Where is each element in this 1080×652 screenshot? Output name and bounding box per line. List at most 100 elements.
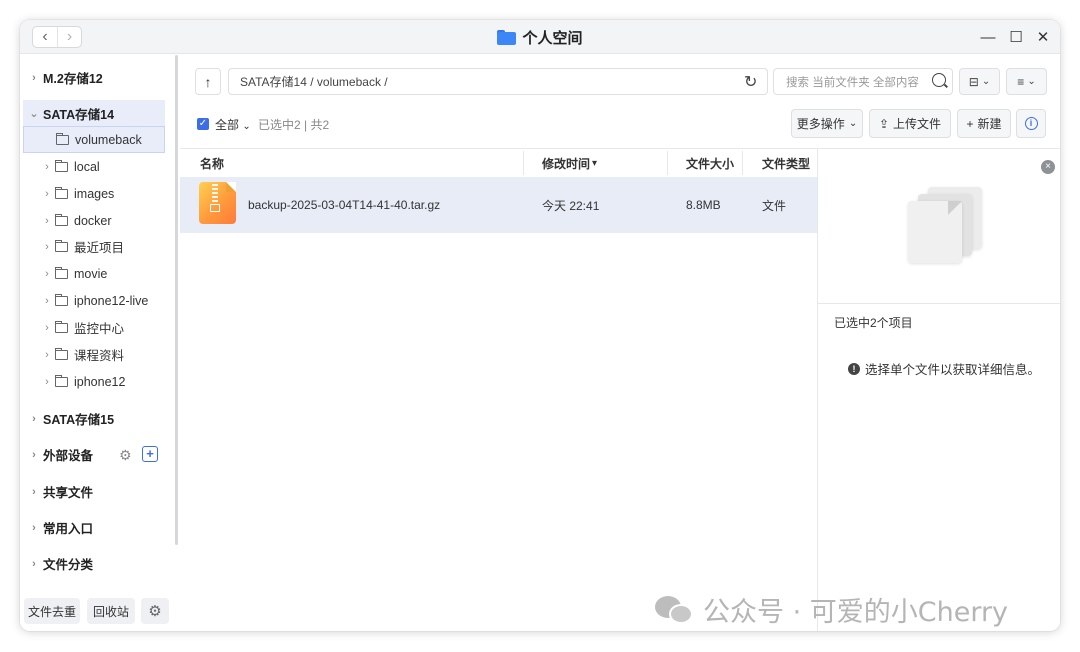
more-actions-button[interactable]: 更多操作 ⌄ bbox=[791, 109, 863, 138]
search-input[interactable]: 搜索 当前文件夹 全部内容 bbox=[773, 68, 953, 95]
chevron-right-icon: › bbox=[45, 214, 49, 227]
chevron-right-icon: › bbox=[45, 321, 49, 334]
detail-message-text: 选择单个文件以获取详细信息。 bbox=[865, 363, 1041, 377]
settings-button[interactable]: ⚙ bbox=[141, 598, 169, 624]
view-mode-button[interactable]: ⊟ ⌄ bbox=[959, 68, 1000, 95]
select-all-checkbox[interactable]: ✓ bbox=[197, 118, 209, 130]
sidebar-section-label: 常用入口 bbox=[43, 522, 94, 536]
sidebar-folder-images[interactable]: › images bbox=[23, 180, 165, 207]
column-size[interactable]: 文件大小 bbox=[686, 149, 734, 177]
window-title: 个人空间 bbox=[522, 29, 583, 47]
recycle-bin-button[interactable]: 回收站 bbox=[87, 598, 135, 624]
folder-icon bbox=[56, 132, 69, 145]
chevron-down-icon: ⌄ bbox=[1027, 76, 1036, 87]
sidebar-section-quick-access[interactable]: › 常用入口 bbox=[23, 514, 165, 541]
close-button[interactable]: ✕ bbox=[1033, 27, 1053, 47]
info-panel-button[interactable]: i bbox=[1016, 109, 1046, 138]
plus-icon: + bbox=[966, 116, 974, 131]
table-row[interactable]: backup-2025-03-04T14-41-40.tar.gz 今天 22:… bbox=[180, 177, 817, 233]
sidebar-section-label: M.2存储12 bbox=[43, 72, 103, 86]
add-device-button[interactable]: + bbox=[142, 446, 158, 462]
chevron-down-icon: ⌄ bbox=[848, 118, 858, 129]
sidebar-section-file-categories[interactable]: › 文件分类 bbox=[23, 550, 165, 577]
maximize-icon: ☐ bbox=[1009, 29, 1023, 46]
file-modified: 今天 22:41 bbox=[542, 198, 600, 213]
list-icon: ≡ bbox=[1017, 74, 1025, 89]
upload-icon: ⇪ bbox=[878, 116, 890, 131]
column-divider[interactable] bbox=[742, 151, 743, 175]
chevron-right-icon: › bbox=[32, 521, 36, 534]
sidebar-section-external-devices[interactable]: › 外部设备 bbox=[23, 441, 118, 468]
folder-icon bbox=[55, 186, 68, 199]
detail-selected-count: 已选中2个项目 bbox=[834, 316, 913, 330]
folder-icon bbox=[497, 29, 517, 45]
chevron-right-icon: › bbox=[45, 267, 49, 280]
sort-menu-button[interactable]: ≡ ⌄ bbox=[1006, 68, 1047, 95]
gear-icon[interactable]: ⚙ bbox=[119, 447, 132, 464]
chevron-right-icon: › bbox=[45, 348, 49, 361]
sidebar-section-m2-storage-12[interactable]: › M.2存储12 bbox=[23, 64, 165, 91]
sidebar-folder-iphone12[interactable]: › iphone12 bbox=[23, 368, 165, 395]
wechat-icon bbox=[655, 594, 695, 626]
folder-icon bbox=[55, 293, 68, 306]
sidebar-folder-course-materials[interactable]: › 课程资料 bbox=[23, 341, 165, 368]
column-modified[interactable]: 修改时间 ▾ bbox=[542, 149, 597, 177]
sidebar-folder-label: movie bbox=[74, 266, 108, 281]
file-manager-window: ‹ › 个人空间 — ☐ ✕ ›M.2存储12 ⌄SATA存储14 ›volum… bbox=[20, 20, 1060, 631]
search-placeholder: 搜索 当前文件夹 全部内容 bbox=[786, 76, 919, 89]
minimize-icon: — bbox=[980, 28, 996, 46]
column-name[interactable]: 名称 bbox=[200, 149, 224, 177]
chevron-right-icon: › bbox=[32, 557, 36, 570]
title-bar: ‹ › 个人空间 — ☐ ✕ bbox=[20, 20, 1060, 54]
maximize-button[interactable]: ☐ bbox=[1006, 27, 1026, 47]
folder-icon bbox=[55, 347, 68, 360]
chevron-right-icon: › bbox=[32, 485, 36, 498]
folder-icon bbox=[55, 213, 68, 226]
folder-icon bbox=[55, 374, 68, 387]
sidebar-scrollbar[interactable] bbox=[175, 55, 178, 545]
sidebar-folder-label: iphone12-live bbox=[74, 293, 149, 308]
divider bbox=[818, 303, 1060, 304]
sidebar-section-sata-storage-14[interactable]: ⌄ SATA存储14 bbox=[23, 100, 165, 127]
column-divider[interactable] bbox=[523, 151, 524, 175]
sidebar-folder-docker[interactable]: › docker bbox=[23, 207, 165, 234]
refresh-icon[interactable]: ↻ bbox=[744, 72, 757, 92]
forward-button[interactable]: › bbox=[56, 27, 81, 47]
sidebar-section-sata-storage-15[interactable]: › SATA存储15 bbox=[23, 405, 165, 432]
chevron-right-icon: › bbox=[45, 240, 49, 253]
sidebar-folder-recent-projects[interactable]: › 最近项目 bbox=[23, 233, 165, 260]
chevron-right-icon: › bbox=[32, 448, 36, 461]
sidebar-section-label: SATA存储14 bbox=[43, 108, 115, 122]
alert-icon: ! bbox=[848, 362, 860, 375]
column-divider[interactable] bbox=[667, 151, 668, 175]
history-nav: ‹ › bbox=[32, 26, 82, 48]
arrow-up-icon: ↑ bbox=[204, 73, 212, 90]
sidebar-folder-movie[interactable]: › movie bbox=[23, 260, 165, 287]
sidebar-section-shared-files[interactable]: › 共享文件 bbox=[23, 478, 165, 505]
window-title-group: 个人空间 bbox=[20, 20, 1060, 54]
upload-file-button[interactable]: ⇪ 上传文件 bbox=[869, 109, 951, 138]
select-all-label: 全部 bbox=[215, 118, 240, 132]
minimize-button[interactable]: — bbox=[978, 27, 998, 47]
close-icon[interactable]: × bbox=[1041, 160, 1055, 174]
file-type: 文件 bbox=[762, 198, 787, 213]
sidebar-folder-iphone12-live[interactable]: › iphone12-live bbox=[23, 287, 165, 314]
parent-folder-button[interactable]: ↑ bbox=[195, 68, 221, 95]
select-all-dropdown[interactable]: 全部 ⌄ bbox=[215, 116, 251, 133]
folder-icon bbox=[55, 239, 68, 252]
new-button[interactable]: + 新建 bbox=[957, 109, 1011, 138]
gear-icon: ⚙ bbox=[148, 603, 162, 620]
path-bar[interactable]: SATA存储14 / volumeback / bbox=[228, 68, 768, 95]
chevron-down-icon: ⌄ bbox=[29, 108, 39, 120]
detail-message: ! 选择单个文件以获取详细信息。 bbox=[848, 359, 1040, 378]
search-icon[interactable] bbox=[932, 73, 946, 87]
folder-icon bbox=[55, 266, 68, 279]
sidebar-folder-volumeback[interactable]: ›volumeback bbox=[23, 126, 165, 153]
file-name: backup-2025-03-04T14-41-40.tar.gz bbox=[248, 198, 441, 212]
sidebar-folder-local[interactable]: › local bbox=[23, 153, 165, 180]
back-button[interactable]: ‹ bbox=[33, 27, 57, 47]
column-type[interactable]: 文件类型 bbox=[762, 149, 810, 177]
sidebar-folder-monitoring-center[interactable]: › 监控中心 bbox=[23, 314, 165, 341]
upload-label: 上传文件 bbox=[893, 117, 942, 131]
file-dedup-button[interactable]: 文件去重 bbox=[24, 598, 80, 624]
